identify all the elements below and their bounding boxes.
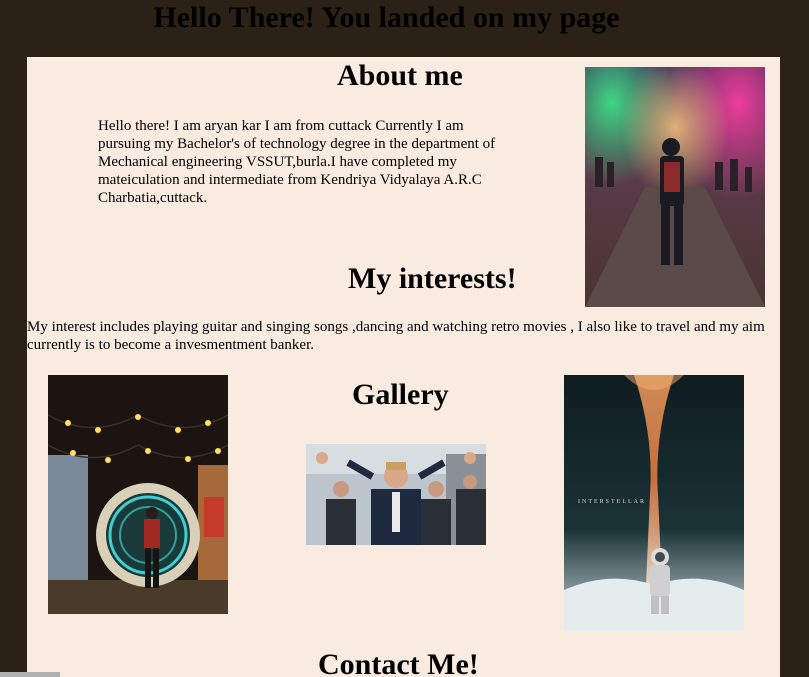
page-title: Hello There! You landed on my page — [153, 1, 620, 34]
gallery-photo-poster: INTERSTELLAR — [564, 375, 744, 631]
interests-text: My interest includes playing guitar and … — [27, 319, 765, 353]
about-heading: About me — [337, 59, 463, 92]
gallery-photo-movie-still — [306, 444, 486, 545]
about-text: Hello there! I am aryan kar I am from cu… — [98, 118, 496, 206]
contact-heading: Contact Me! — [318, 648, 479, 677]
horizontal-scrollbar[interactable] — [0, 672, 60, 677]
gallery-heading: Gallery — [352, 378, 449, 411]
poster-title-text: INTERSTELLAR — [578, 499, 646, 505]
gallery-photo-portal — [48, 375, 228, 614]
interests-heading: My interests! — [348, 262, 517, 295]
content-panel: About me Hello there! I am aryan kar I a… — [27, 57, 780, 677]
profile-photo — [585, 67, 765, 307]
